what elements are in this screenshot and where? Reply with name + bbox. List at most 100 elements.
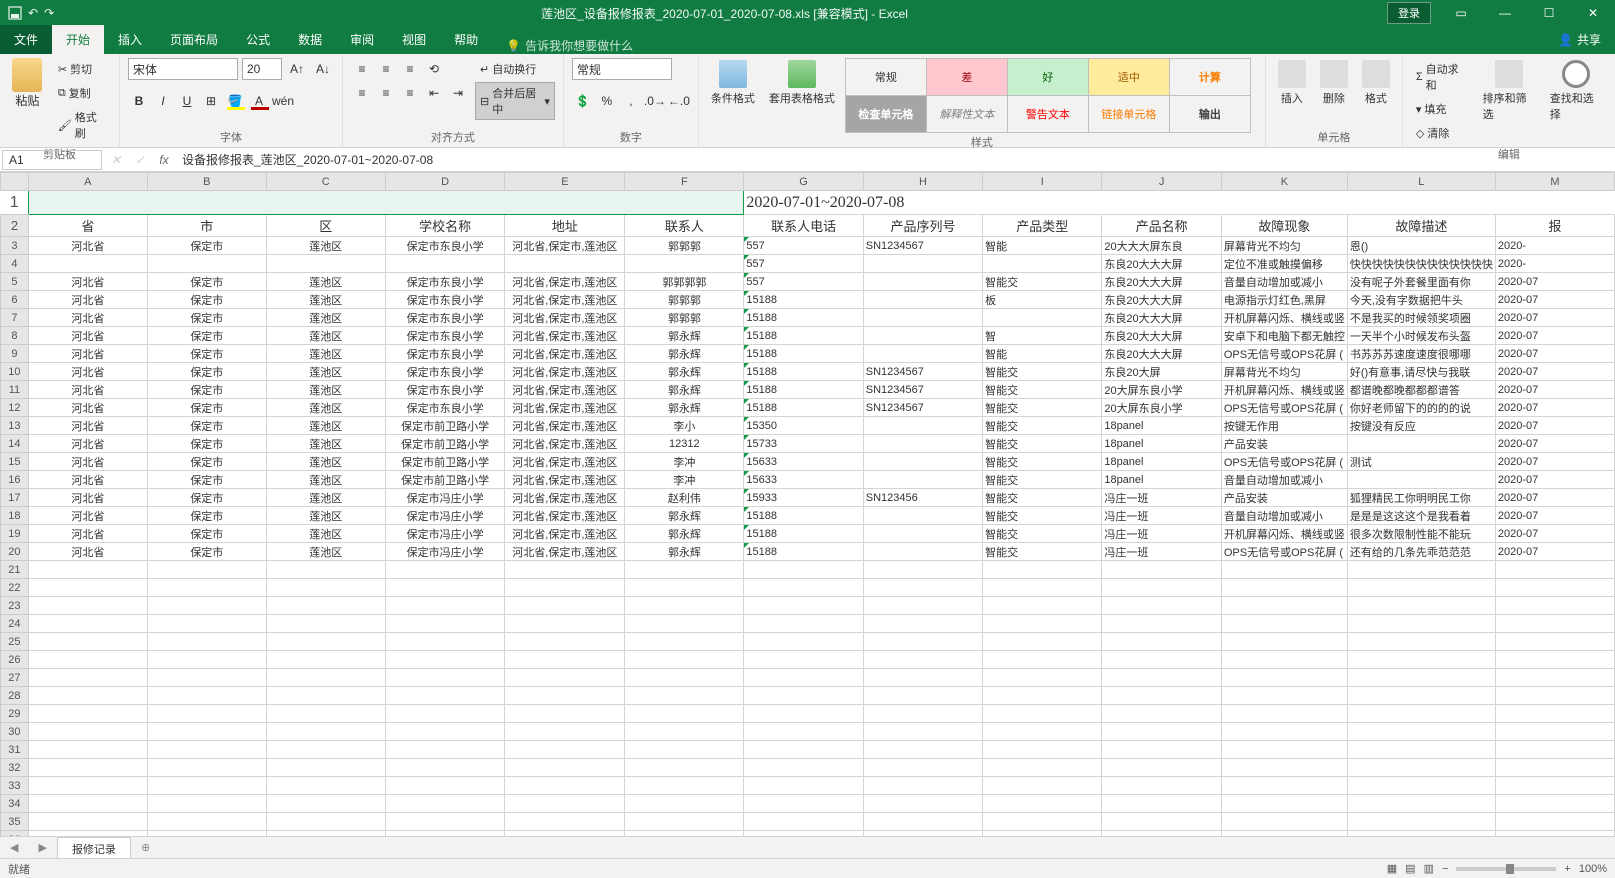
cell[interactable] xyxy=(1221,759,1347,777)
cell[interactable] xyxy=(1495,579,1614,597)
row-header[interactable]: 10 xyxy=(1,363,29,381)
cell[interactable]: 保定市东良小学 xyxy=(385,399,505,417)
cell[interactable] xyxy=(1495,597,1614,615)
style-good[interactable]: 好 xyxy=(1007,58,1089,96)
cell[interactable] xyxy=(863,759,982,777)
cell[interactable] xyxy=(147,795,266,813)
cell[interactable] xyxy=(863,633,982,651)
cell[interactable]: 保定市东良小学 xyxy=(385,363,505,381)
cell[interactable] xyxy=(1347,633,1495,651)
currency-icon[interactable]: 💲 xyxy=(572,90,594,112)
cell[interactable] xyxy=(505,723,625,741)
cell[interactable]: 东良20大大大屏 xyxy=(1102,255,1222,273)
cell[interactable] xyxy=(1102,633,1222,651)
cell[interactable] xyxy=(1347,705,1495,723)
paste-button[interactable]: 粘贴 xyxy=(8,58,47,109)
cell[interactable]: 15188 xyxy=(744,291,863,309)
cell[interactable] xyxy=(1221,669,1347,687)
cell[interactable] xyxy=(863,813,982,831)
align-left-icon[interactable]: ≡ xyxy=(351,82,373,104)
cell[interactable]: 557 xyxy=(744,273,863,291)
cell[interactable] xyxy=(505,759,625,777)
cell[interactable]: 莲池区 xyxy=(266,399,385,417)
cell[interactable]: 东良20大大大屏 xyxy=(1102,291,1222,309)
cell[interactable] xyxy=(744,777,863,795)
cell[interactable]: 李冲 xyxy=(625,453,744,471)
cell[interactable]: 保定市前卫路小学 xyxy=(385,471,505,489)
cell[interactable]: 没有呢子外套餐里面有你 xyxy=(1347,273,1495,291)
cell[interactable] xyxy=(266,669,385,687)
cell[interactable]: 智 xyxy=(983,327,1102,345)
cell[interactable] xyxy=(1221,741,1347,759)
cell[interactable]: 莲池区 xyxy=(266,381,385,399)
redo-icon[interactable]: ↷ xyxy=(44,6,54,20)
cell[interactable]: 产品安装 xyxy=(1221,435,1347,453)
col-header[interactable]: C xyxy=(266,173,385,191)
cell[interactable]: 你好老师留下的的的的说 xyxy=(1347,399,1495,417)
row-header[interactable]: 15 xyxy=(1,453,29,471)
cell[interactable] xyxy=(28,255,147,273)
cell[interactable] xyxy=(1102,687,1222,705)
cell[interactable] xyxy=(1102,795,1222,813)
cell[interactable] xyxy=(863,435,982,453)
cell[interactable]: 智能交 xyxy=(983,273,1102,291)
row-header[interactable]: 31 xyxy=(1,741,29,759)
column-header-cell[interactable]: 产品序列号 xyxy=(863,215,982,237)
cell[interactable]: 莲池区 xyxy=(266,489,385,507)
cell[interactable] xyxy=(863,579,982,597)
tab-help[interactable]: 帮助 xyxy=(440,25,492,54)
cell[interactable] xyxy=(505,705,625,723)
cell[interactable] xyxy=(1495,741,1614,759)
delete-cells-button[interactable]: 删除 xyxy=(1316,58,1352,108)
cell[interactable] xyxy=(505,633,625,651)
cell[interactable] xyxy=(744,759,863,777)
cell[interactable]: SN1234567 xyxy=(863,381,982,399)
cell[interactable] xyxy=(385,777,505,795)
cell[interactable]: 河北省,保定市,莲池区 xyxy=(505,489,625,507)
row-header[interactable]: 30 xyxy=(1,723,29,741)
cell[interactable]: 河北省,保定市,莲池区 xyxy=(505,417,625,435)
cell[interactable] xyxy=(1221,777,1347,795)
cell[interactable] xyxy=(1495,813,1614,831)
cell[interactable] xyxy=(1221,705,1347,723)
cell[interactable] xyxy=(863,417,982,435)
cell[interactable] xyxy=(28,669,147,687)
cell[interactable] xyxy=(147,777,266,795)
style-linked[interactable]: 链接单元格 xyxy=(1088,95,1170,133)
cell[interactable] xyxy=(28,615,147,633)
cell[interactable] xyxy=(28,561,147,579)
cell[interactable] xyxy=(28,705,147,723)
col-header[interactable]: D xyxy=(385,173,505,191)
cell[interactable] xyxy=(1102,723,1222,741)
cell[interactable]: 20大大大屏东良 xyxy=(1102,237,1222,255)
style-neutral[interactable]: 适中 xyxy=(1088,58,1170,96)
cell[interactable] xyxy=(744,705,863,723)
cell[interactable] xyxy=(1495,795,1614,813)
cell[interactable]: 保定市东良小学 xyxy=(385,273,505,291)
col-header[interactable]: A xyxy=(28,173,147,191)
col-header[interactable]: F xyxy=(625,173,744,191)
cell[interactable] xyxy=(1347,651,1495,669)
cell[interactable] xyxy=(266,687,385,705)
column-header-cell[interactable]: 产品名称 xyxy=(1102,215,1222,237)
cell[interactable]: 2020- xyxy=(1495,237,1614,255)
cell[interactable] xyxy=(625,651,744,669)
cell[interactable] xyxy=(385,579,505,597)
cell[interactable] xyxy=(1347,579,1495,597)
cell[interactable]: 很多次数限制性能不能玩 xyxy=(1347,525,1495,543)
cell[interactable] xyxy=(1102,759,1222,777)
cell[interactable] xyxy=(28,813,147,831)
cell[interactable] xyxy=(147,723,266,741)
cell[interactable]: 郭郭郭 xyxy=(625,309,744,327)
column-header-cell[interactable]: 省 xyxy=(28,215,147,237)
cell[interactable]: 保定市 xyxy=(147,381,266,399)
cell[interactable] xyxy=(863,795,982,813)
cell[interactable]: 智能交 xyxy=(983,399,1102,417)
cell[interactable] xyxy=(1221,561,1347,579)
add-sheet-icon[interactable]: ⊕ xyxy=(131,841,160,854)
cell[interactable] xyxy=(1495,723,1614,741)
ribbon-options-icon[interactable]: ▭ xyxy=(1439,0,1483,26)
cell[interactable]: 15188 xyxy=(744,309,863,327)
cell[interactable]: 河北省,保定市,莲池区 xyxy=(505,309,625,327)
tab-formulas[interactable]: 公式 xyxy=(232,25,284,54)
